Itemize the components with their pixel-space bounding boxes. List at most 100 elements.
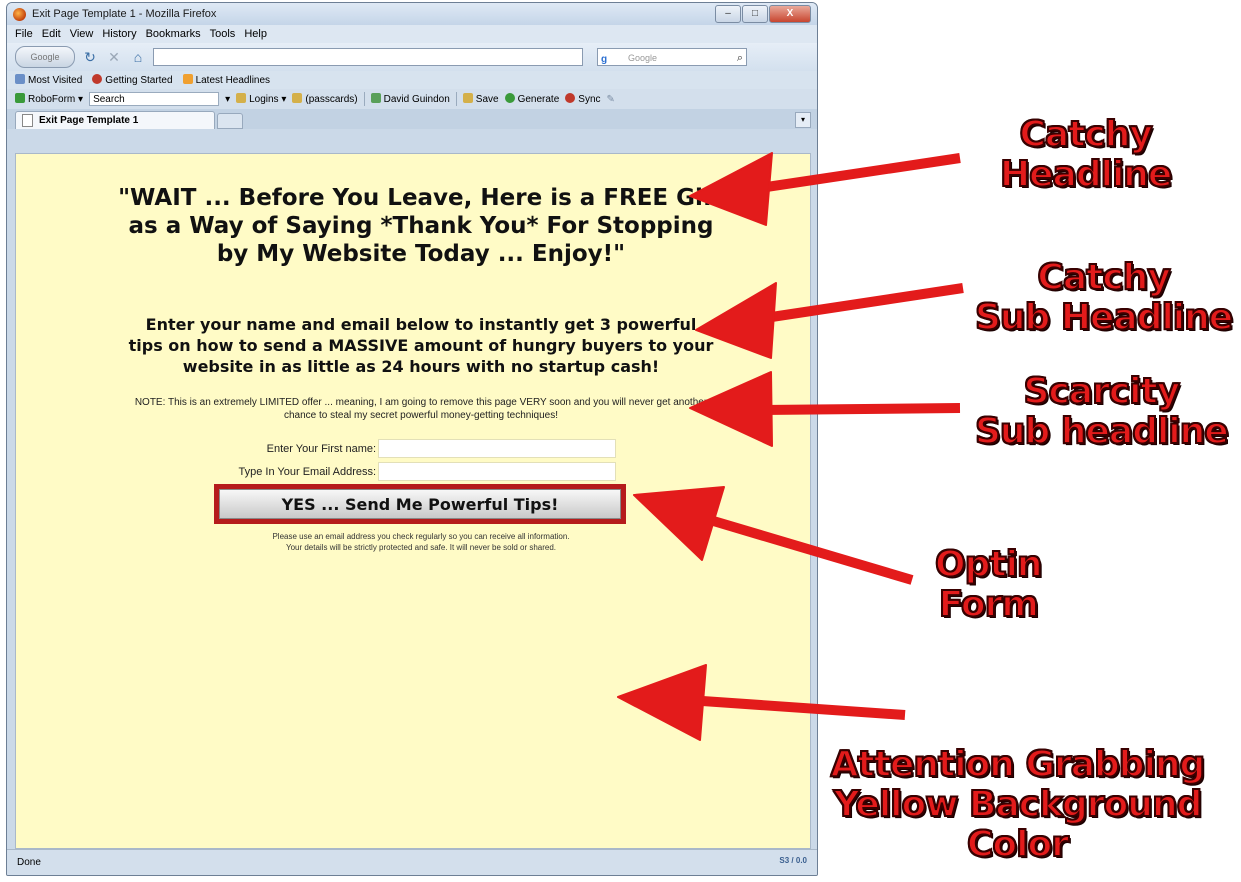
first-name-row: Enter Your First name: xyxy=(166,439,616,458)
menu-file[interactable]: File xyxy=(15,28,33,40)
first-name-input[interactable] xyxy=(378,439,616,458)
maximize-button[interactable]: □ xyxy=(742,5,768,23)
home-icon[interactable]: ⌂ xyxy=(129,49,147,65)
page-headline: "WAIT ... Before You Leave, Here is a FR… xyxy=(118,185,724,267)
page-subheadline: Enter your name and email below to insta… xyxy=(128,315,714,376)
minimize-button[interactable]: – xyxy=(715,5,741,23)
stop-icon[interactable]: ✕ xyxy=(105,49,123,66)
menu-help[interactable]: Help xyxy=(244,28,267,40)
annotation-optin-line-1: Optin xyxy=(934,544,1044,586)
disclaimer-line-1: Please use an email address you check re… xyxy=(272,532,570,541)
scarcity-note: NOTE: This is an extremely LIMITED offer… xyxy=(134,397,708,421)
tab-title: Exit Page Template 1 xyxy=(39,115,139,126)
roboform-generate[interactable]: Generate xyxy=(504,93,560,105)
annotation-optin: Optin Form xyxy=(934,544,1044,626)
email-label: Type In Your Email Address: xyxy=(238,465,377,478)
url-bar[interactable] xyxy=(153,48,583,66)
tab-list-button[interactable]: ▾ xyxy=(795,112,811,128)
passcards-icon xyxy=(292,93,303,103)
annotation-headline-line-1: Catchy xyxy=(1018,114,1153,156)
annotation-scarcity-line-2: Sub headline xyxy=(974,411,1230,453)
tab-exit-page[interactable]: Exit Page Template 1 xyxy=(15,111,215,129)
toolbar-separator xyxy=(363,92,365,106)
annotation-background-line-3: Color xyxy=(966,824,1070,866)
bookmark-most-visited-label: Most Visited xyxy=(28,75,83,86)
new-tab-button[interactable] xyxy=(217,113,243,129)
email-input[interactable] xyxy=(378,462,616,481)
bookmark-most-visited[interactable]: Most Visited xyxy=(15,74,82,86)
disclaimer-line-2: Your details will be strictly protected … xyxy=(285,543,557,552)
close-button[interactable]: X xyxy=(769,5,811,23)
roboform-menu[interactable]: RoboForm ▾ xyxy=(15,93,83,105)
menu-view[interactable]: View xyxy=(70,28,94,40)
annotation-subheadline-line-1: Catchy xyxy=(1036,257,1171,299)
window-title: Exit Page Template 1 - Mozilla Firefox xyxy=(32,8,217,20)
status-bar: Done S3 / 0.0 xyxy=(7,849,817,875)
window-controls: – □ X xyxy=(715,5,811,23)
bookmark-getting-started[interactable]: Getting Started xyxy=(92,74,173,86)
back-button[interactable]: Google xyxy=(15,46,75,68)
annotation-subheadline: Catchy Sub Headline xyxy=(974,257,1234,339)
save-icon xyxy=(462,93,473,103)
title-bar: Exit Page Template 1 - Mozilla Firefox –… xyxy=(7,3,817,25)
roboform-sync-label: Sync xyxy=(578,94,601,105)
menu-bookmarks[interactable]: Bookmarks xyxy=(146,28,201,40)
menu-edit[interactable]: Edit xyxy=(42,28,61,40)
annotation-optin-line-2: Form xyxy=(938,584,1040,626)
roboform-search-dropdown[interactable]: ▾ xyxy=(225,94,230,105)
submit-button[interactable]: YES ... Send Me Powerful Tips! xyxy=(219,489,621,519)
menu-history[interactable]: History xyxy=(102,28,136,40)
annotation-background-line-2: Yellow Background xyxy=(833,784,1204,826)
submit-button-frame: YES ... Send Me Powerful Tips! xyxy=(214,484,626,524)
status-indicator: S3 / 0.0 xyxy=(779,856,807,865)
page-icon xyxy=(22,114,33,127)
menu-tools[interactable]: Tools xyxy=(210,28,236,40)
roboform-save[interactable]: Save xyxy=(462,93,499,105)
roboform-logins[interactable]: Logins ▾ xyxy=(236,93,286,105)
roboform-passcards[interactable]: (passcards) xyxy=(292,93,358,105)
navigation-bar: Google ↻ ✕ ⌂ ☆ g Google ⌕ xyxy=(7,43,817,71)
reload-icon[interactable]: ↻ xyxy=(81,49,99,66)
roboform-search-input[interactable]: Search xyxy=(89,92,220,106)
search-placeholder: Google xyxy=(628,53,658,63)
roboform-passcards-label: (passcards) xyxy=(305,94,358,105)
rss-icon xyxy=(182,74,193,84)
roboform-options-icon[interactable]: ✎ xyxy=(607,94,615,105)
getting-started-icon xyxy=(92,74,103,84)
annotation-subheadline-line-2: Sub Headline xyxy=(974,297,1234,339)
toolbar-separator xyxy=(455,92,457,106)
privacy-disclaimer: Please use an email address you check re… xyxy=(166,531,676,553)
annotation-headline: Catchy Headline xyxy=(999,114,1173,196)
search-icon[interactable]: ⌕ xyxy=(737,49,743,67)
roboform-save-label: Save xyxy=(475,94,499,105)
tab-bar: Exit Page Template 1 ▾ xyxy=(7,109,817,129)
roboform-sync[interactable]: Sync xyxy=(565,93,601,105)
roboform-toolbar: RoboForm ▾ Search ▾ Logins ▾ (passcards)… xyxy=(7,89,817,109)
roboform-label: RoboForm xyxy=(28,94,76,105)
generate-icon xyxy=(504,93,515,103)
bookmarks-toolbar: Most Visited Getting Started Latest Head… xyxy=(7,71,817,89)
page-content: "WAIT ... Before You Leave, Here is a FR… xyxy=(15,153,811,849)
identity-icon xyxy=(370,93,381,103)
bookmark-getting-started-label: Getting Started xyxy=(105,75,173,86)
sync-icon xyxy=(565,93,576,103)
google-icon: g xyxy=(601,54,608,65)
email-row: Type In Your Email Address: xyxy=(166,462,616,481)
firefox-icon xyxy=(13,7,26,21)
bookmark-latest-headlines[interactable]: Latest Headlines xyxy=(182,74,271,86)
bookmark-latest-headlines-label: Latest Headlines xyxy=(195,75,271,86)
roboform-identity[interactable]: David Guindon xyxy=(370,93,450,105)
roboform-logins-label: Logins xyxy=(249,94,279,105)
annotation-scarcity-line-1: Scarcity xyxy=(1023,371,1182,413)
annotation-background-line-1: Attention Grabbing xyxy=(830,744,1207,786)
most-visited-icon xyxy=(15,74,25,84)
browser-window: Exit Page Template 1 - Mozilla Firefox –… xyxy=(6,2,818,876)
roboform-icon xyxy=(15,93,25,103)
annotation-scarcity: Scarcity Sub headline xyxy=(974,371,1230,453)
menu-bar: File Edit View History Bookmarks Tools H… xyxy=(7,25,817,43)
search-bar[interactable]: g Google ⌕ xyxy=(597,48,747,66)
roboform-generate-label: Generate xyxy=(517,94,560,105)
annotation-background: Attention Grabbing Yellow Background Col… xyxy=(830,744,1207,866)
roboform-identity-label: David Guindon xyxy=(383,94,450,105)
first-name-label: Enter Your First name: xyxy=(266,442,377,455)
